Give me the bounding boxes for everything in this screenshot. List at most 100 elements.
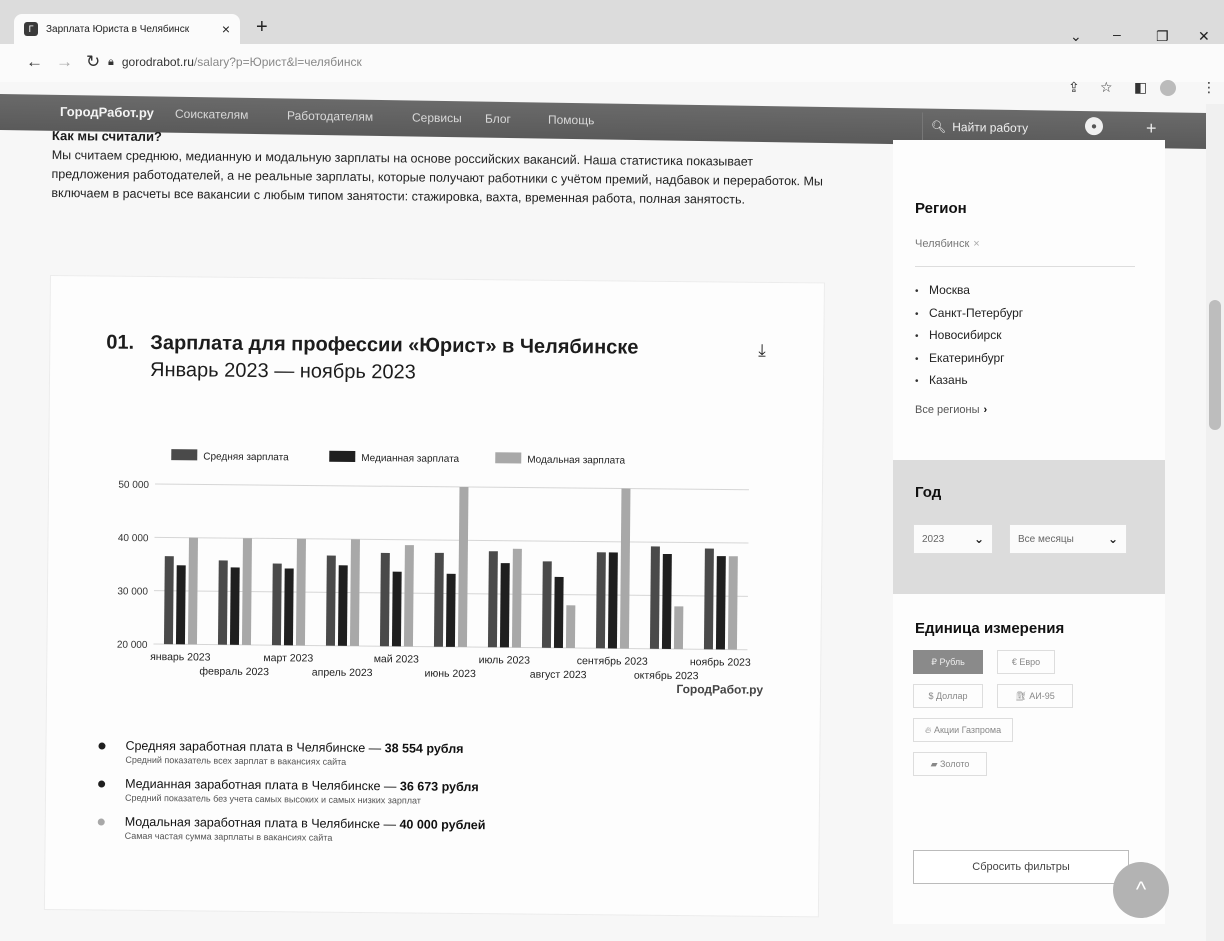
- unit-gold-button[interactable]: ▰ Золото: [913, 752, 987, 776]
- salary-stats-list: Средняя заработная плата в Челябинске — …: [91, 738, 652, 857]
- find-job-button[interactable]: 🔍︎ Найти работу: [922, 112, 1042, 143]
- profile-avatar-icon[interactable]: [1160, 80, 1176, 99]
- side-panel-icon[interactable]: ◧: [1134, 79, 1147, 96]
- browser-tab[interactable]: Г Зарплата Юриста в Челябинск ×: [14, 14, 240, 44]
- reset-filters-button[interactable]: Сбросить фильтры: [913, 850, 1129, 884]
- region-item-spb[interactable]: Санкт-Петербург: [915, 303, 1023, 326]
- unit-dollar-button[interactable]: $ Доллар: [913, 684, 983, 708]
- fuel-icon: ⛽︎: [1015, 690, 1030, 701]
- x-tick-label: октябрь 2023: [634, 670, 699, 683]
- unit-heading: Единица измерения: [915, 620, 1065, 637]
- y-tick-label: 20 000: [117, 640, 148, 651]
- scroll-to-top-button[interactable]: ^: [1113, 862, 1169, 918]
- chart-bar: [271, 563, 282, 646]
- tab-close-icon[interactable]: ×: [222, 21, 230, 37]
- minimize-icon[interactable]: –: [1113, 26, 1121, 42]
- x-tick-label: февраль 2023: [199, 665, 269, 678]
- reload-icon[interactable]: ↻: [86, 52, 100, 72]
- chart-bar: [499, 563, 510, 648]
- stat-mode-dot: [97, 818, 105, 826]
- month-select[interactable]: Все месяцы ⌄: [1009, 524, 1127, 554]
- chart-bar: [241, 538, 252, 645]
- year-filter: Год 2023 ⌄ Все месяцы ⌄: [893, 460, 1165, 594]
- chart-bar: [661, 553, 672, 649]
- nav-services[interactable]: Сервисы: [412, 110, 462, 125]
- all-regions-link[interactable]: Все регионы ›: [915, 404, 987, 416]
- salary-chart-card: 01. Зарплата для профессии «Юрист» в Чел…: [43, 275, 825, 918]
- methodology-section: Как мы считали? Мы считаем среднюю, меди…: [51, 128, 832, 210]
- region-item-ekaterinburg[interactable]: Екатеринбург: [915, 348, 1023, 371]
- unit-ai95-button[interactable]: ⛽︎ АИ-95: [997, 684, 1073, 708]
- chart-bar: [619, 488, 631, 649]
- chart-bar: [703, 548, 714, 650]
- methodology-text: Мы считаем среднюю, медианную и модальну…: [51, 147, 823, 207]
- forward-icon[interactable]: →: [56, 52, 73, 72]
- unit-gazprom-button[interactable]: 🔥︎ Акции Газпрома: [913, 718, 1013, 742]
- chart-bar: [283, 568, 294, 646]
- chart-bar: [649, 546, 660, 649]
- site-logo[interactable]: ГородРабот.ру: [60, 104, 154, 120]
- stat-average-dot: [98, 742, 106, 750]
- remove-region-icon[interactable]: ×: [973, 238, 979, 250]
- chart-bar: [163, 556, 174, 645]
- search-icon: 🔍︎: [931, 119, 947, 134]
- restore-icon[interactable]: ❐: [1156, 28, 1169, 45]
- download-icon[interactable]: ⤓: [758, 341, 766, 361]
- chart-bar: [433, 552, 444, 647]
- legend-label: Медианная зарплата: [361, 453, 459, 465]
- unit-ruble-button[interactable]: ₽ Рубль: [913, 650, 983, 674]
- chart-bar: [325, 555, 336, 646]
- chart-bar: [457, 486, 469, 648]
- region-item-novosibirsk[interactable]: Новосибирск: [915, 325, 1023, 348]
- y-tick-label: 30 000: [117, 586, 148, 597]
- region-item-moscow[interactable]: Москва: [915, 280, 1023, 303]
- tab-search-chevron-icon[interactable]: ⌄: [1070, 28, 1082, 45]
- region-item-kazan[interactable]: Казань: [915, 370, 1023, 393]
- header-add-icon[interactable]: +: [1146, 118, 1157, 139]
- unit-euro-button[interactable]: € Евро: [997, 650, 1055, 674]
- nav-job-seekers[interactable]: Соискателям: [175, 107, 248, 122]
- year-heading: Год: [915, 484, 942, 501]
- chart-bar: [349, 539, 360, 646]
- chart-bar: [379, 552, 390, 647]
- x-tick-label: май 2023: [374, 653, 419, 665]
- region-divider: [915, 266, 1135, 267]
- stat-median-dot: [98, 780, 106, 788]
- chart-bar: [187, 537, 198, 645]
- tab-title: Зарплата Юриста в Челябинск: [46, 23, 190, 35]
- stat-average: Средняя заработная плата в Челябинске — …: [92, 738, 652, 769]
- chart-bar: [217, 560, 228, 645]
- address-bar[interactable]: 🔒︎ gorodrabot.ru/salary?p=Юрист&l=челяби…: [108, 50, 968, 74]
- chevron-up-icon: ^: [1135, 877, 1147, 902]
- chart-number: 01.: [106, 331, 135, 354]
- x-tick-label: ноябрь 2023: [690, 656, 751, 669]
- chart-bar: [565, 605, 576, 649]
- share-icon[interactable]: ⇪: [1068, 79, 1080, 96]
- user-account-icon[interactable]: ●: [1085, 117, 1103, 136]
- chart-bar: [229, 567, 240, 645]
- url-path: /salary?p=Юрист&l=челябинск: [193, 55, 362, 69]
- chart-bar: [295, 538, 306, 646]
- selected-region-chip[interactable]: Челябинск ×: [915, 238, 980, 250]
- scrollbar-thumb[interactable]: [1209, 300, 1221, 430]
- close-window-icon[interactable]: ✕: [1198, 28, 1210, 45]
- page-scrollbar[interactable]: [1206, 104, 1224, 941]
- find-job-label: Найти работу: [952, 119, 1029, 136]
- nav-employers[interactable]: Работодателям: [287, 109, 373, 124]
- nav-help[interactable]: Помощь: [548, 113, 594, 128]
- bookmark-star-icon[interactable]: ☆: [1100, 79, 1113, 96]
- back-icon[interactable]: ←: [26, 52, 43, 72]
- x-tick-label: апрель 2023: [312, 667, 373, 680]
- chart-watermark: ГородРабот.ру: [676, 682, 763, 697]
- chevron-down-icon: ⌄: [1107, 532, 1118, 546]
- legend-label: Средняя зарплата: [203, 451, 289, 463]
- browser-menu-icon[interactable]: ⋮: [1202, 79, 1216, 96]
- new-tab-button[interactable]: +: [256, 16, 268, 39]
- chart-bar: [715, 556, 726, 650]
- x-tick-label: январь 2023: [150, 651, 211, 664]
- chart-title: Зарплата для профессии «Юрист» в Челябин…: [150, 331, 639, 359]
- nav-blog[interactable]: Блог: [485, 112, 511, 126]
- year-select[interactable]: 2023 ⌄: [913, 524, 993, 554]
- chart-bar: [175, 565, 186, 645]
- chart-bar: [727, 556, 738, 650]
